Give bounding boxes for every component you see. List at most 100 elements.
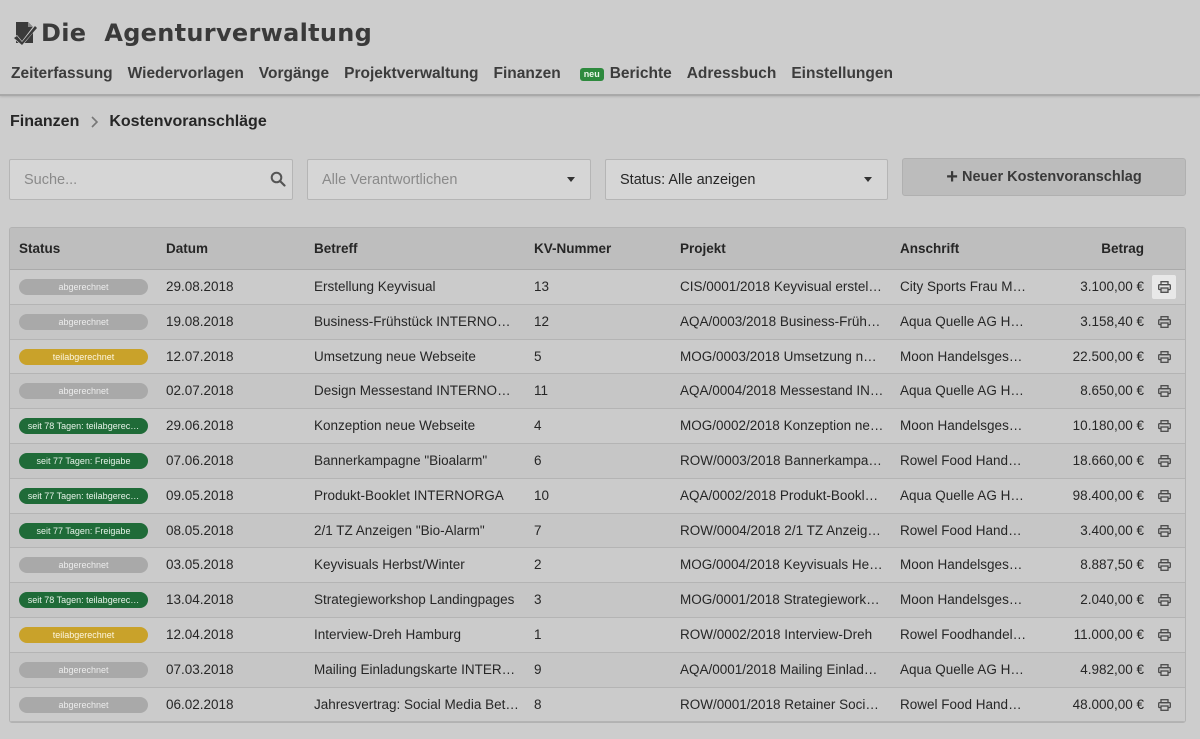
table-row[interactable]: teilabgerechnet 12.04.2018 Interview-Dreh … bbox=[10, 618, 1185, 653]
cell-kv-number: 3 bbox=[534, 592, 542, 608]
breadcrumb-finanzen[interactable]: Finanzen bbox=[10, 113, 79, 131]
caret-down-icon bbox=[567, 177, 575, 182]
col-header-date[interactable]: Datum bbox=[166, 228, 208, 270]
print-icon[interactable] bbox=[1152, 414, 1176, 438]
chevron-right-icon bbox=[89, 116, 99, 128]
cell-project: MOG/0002/2018 Konzeption ne… bbox=[680, 418, 884, 434]
cell-kv-number: 5 bbox=[534, 348, 542, 364]
owner-select-value: Alle Verantwortlichen bbox=[322, 171, 458, 188]
estimates-table: Status Datum Betreff KV-Nummer Projekt A… bbox=[9, 227, 1186, 723]
cell-amount: 2.040,00 € bbox=[1080, 592, 1144, 608]
table-row[interactable]: abgerechnet 02.07.2018 Design Messestand I… bbox=[10, 374, 1185, 410]
nav-item-projektverwaltung[interactable]: Projektverwaltung bbox=[344, 65, 478, 83]
print-icon[interactable] bbox=[1152, 623, 1176, 647]
table-row[interactable]: abgerechnet 06.02.2018 Jahresvertrag: Soci… bbox=[10, 687, 1185, 722]
cell-amount: 8.650,00 € bbox=[1080, 383, 1144, 399]
cell-date: 19.08.2018 bbox=[166, 313, 234, 329]
cell-address: Moon Handelsgesell… bbox=[900, 592, 1028, 608]
cell-date: 29.06.2018 bbox=[166, 418, 234, 434]
cell-amount: 18.660,00 € bbox=[1072, 453, 1144, 468]
print-icon[interactable] bbox=[1152, 449, 1176, 473]
nav-item-finanzen[interactable]: Finanzen bbox=[494, 65, 561, 83]
col-header-amount[interactable]: Betrag bbox=[1030, 228, 1144, 270]
cell-date: 13.04.2018 bbox=[166, 592, 234, 608]
owner-select[interactable]: Alle Verantwortlichen bbox=[307, 159, 591, 200]
cell-date: 07.06.2018 bbox=[166, 453, 234, 468]
status-badge: abgerechnet bbox=[19, 313, 148, 330]
print-icon[interactable] bbox=[1152, 379, 1176, 403]
app-logo[interactable]: Die Agenturverwaltung bbox=[11, 16, 372, 50]
nav-item-einstellungen[interactable]: Einstellungen bbox=[791, 65, 893, 83]
print-icon[interactable] bbox=[1152, 484, 1176, 508]
cell-subject: Erstellung Keyvisual bbox=[314, 279, 436, 294]
table-row[interactable]: abgerechnet 29.08.2018 Erstellung Keyvisua… bbox=[10, 270, 1185, 305]
cell-amount: 11.000,00 € bbox=[1073, 627, 1144, 642]
nav-item-vorgaenge[interactable]: Vorgänge bbox=[259, 65, 329, 83]
cell-date: 03.05.2018 bbox=[166, 557, 234, 573]
cell-kv-number: 10 bbox=[534, 487, 550, 503]
cell-date: 07.03.2018 bbox=[166, 661, 234, 677]
app-title-part2: Agenturverwaltung bbox=[104, 19, 373, 47]
print-icon[interactable] bbox=[1152, 310, 1176, 334]
table-row[interactable]: seit 77 Tagen: Freigabe 07.06.2018 Bannerk… bbox=[10, 444, 1185, 479]
status-badge: teilabgerechnet bbox=[19, 348, 148, 365]
print-icon[interactable] bbox=[1152, 519, 1176, 543]
print-icon[interactable] bbox=[1152, 693, 1176, 717]
cell-subject: Jahresvertrag: Social Media Betre… bbox=[314, 696, 519, 712]
cell-project: ROW/0003/2018 Bannerkampag… bbox=[680, 453, 884, 468]
table-row[interactable]: abgerechnet 19.08.2018 Business-Frühstück … bbox=[10, 304, 1185, 340]
cell-subject: Konzeption neue Webseite bbox=[314, 418, 476, 434]
nav-item-zeiterfassung[interactable]: Zeiterfassung bbox=[11, 65, 113, 83]
col-header-status[interactable]: Status bbox=[19, 228, 60, 270]
cell-subject: 2/1 TZ Anzeigen "Bio-Alarm" bbox=[314, 522, 485, 538]
cell-amount: 8.887,50 € bbox=[1080, 557, 1144, 573]
nav-item-adressbuch[interactable]: Adressbuch bbox=[687, 65, 777, 83]
col-header-address[interactable]: Anschrift bbox=[900, 228, 959, 270]
cell-address: Rowel Food Handels… bbox=[900, 696, 1028, 712]
nav-item-berichte[interactable]: neu Berichte bbox=[576, 65, 672, 83]
cell-kv-number: 4 bbox=[534, 418, 542, 434]
breadcrumb-kostenvoranschlaege: Kostenvoranschläge bbox=[109, 113, 267, 130]
main-nav: Zeiterfassung Wiedervorlagen Vorgänge Pr… bbox=[11, 63, 908, 85]
plus-icon: + bbox=[946, 166, 958, 188]
col-header-project[interactable]: Projekt bbox=[680, 228, 726, 270]
cell-kv-number: 13 bbox=[534, 279, 550, 294]
status-badge: abgerechnet bbox=[19, 279, 148, 295]
new-estimate-label: Neuer Kostenvoranschlag bbox=[961, 169, 1142, 185]
cell-date: 08.05.2018 bbox=[166, 522, 234, 538]
status-badge: seit 78 Tagen: teilabgerec… bbox=[19, 592, 148, 609]
cell-project: MOG/0001/2018 Strategieworks… bbox=[680, 592, 884, 608]
print-icon[interactable] bbox=[1152, 275, 1176, 299]
table-row[interactable]: seit 77 Tagen: Freigabe 08.05.2018 2/1 TZ … bbox=[10, 513, 1185, 549]
print-icon[interactable] bbox=[1152, 588, 1176, 612]
status-badge: seit 78 Tagen: teilabgerec… bbox=[19, 418, 148, 435]
table-row[interactable]: abgerechnet 07.03.2018 Mailing Einladungsk… bbox=[10, 652, 1185, 688]
logo-icon bbox=[13, 22, 38, 46]
cell-address: Aqua Quelle AG Her… bbox=[900, 661, 1028, 677]
table-row[interactable]: seit 78 Tagen: teilabgerec… 29.06.2018 Kon… bbox=[10, 409, 1185, 444]
cell-address: Aqua Quelle AG Her… bbox=[900, 313, 1028, 329]
search-input[interactable] bbox=[10, 160, 260, 199]
app-header: Die Agenturverwaltung Zeiterfassung Wied… bbox=[0, 0, 1200, 96]
search-icon[interactable] bbox=[270, 171, 286, 187]
print-icon[interactable] bbox=[1152, 658, 1176, 682]
nav-item-berichte-label: Berichte bbox=[609, 65, 672, 82]
nav-item-wiedervorlagen[interactable]: Wiedervorlagen bbox=[128, 65, 244, 83]
cell-amount: 98.400,00 € bbox=[1072, 487, 1144, 503]
col-header-kv-number[interactable]: KV-Nummer bbox=[534, 228, 611, 270]
cell-project: AQA/0004/2018 Messestand INT… bbox=[680, 383, 884, 399]
app-title-part1: Die bbox=[41, 19, 87, 47]
col-header-subject[interactable]: Betreff bbox=[314, 228, 358, 270]
cell-subject: Design Messestand INTERNORGA bbox=[314, 383, 519, 399]
cell-kv-number: 7 bbox=[534, 522, 542, 538]
cell-address: Rowel Food Handels… bbox=[900, 522, 1028, 538]
print-icon[interactable] bbox=[1152, 553, 1176, 577]
table-row[interactable]: seit 77 Tagen: teilabgerec… 09.05.2018 Pro… bbox=[10, 478, 1185, 514]
cell-address: Aqua Quelle AG Her… bbox=[900, 487, 1028, 503]
status-select[interactable]: Status: Alle anzeigen bbox=[605, 159, 888, 200]
table-row[interactable]: teilabgerechnet 12.07.2018 Umsetzung neue … bbox=[10, 339, 1185, 375]
print-icon[interactable] bbox=[1152, 345, 1176, 369]
table-row[interactable]: seit 78 Tagen: teilabgerec… 13.04.2018 Str… bbox=[10, 583, 1185, 618]
table-row[interactable]: abgerechnet 03.05.2018 Keyvisuals Herbst/W… bbox=[10, 548, 1185, 584]
new-estimate-button[interactable]: + Neuer Kostenvoranschlag bbox=[902, 158, 1186, 196]
